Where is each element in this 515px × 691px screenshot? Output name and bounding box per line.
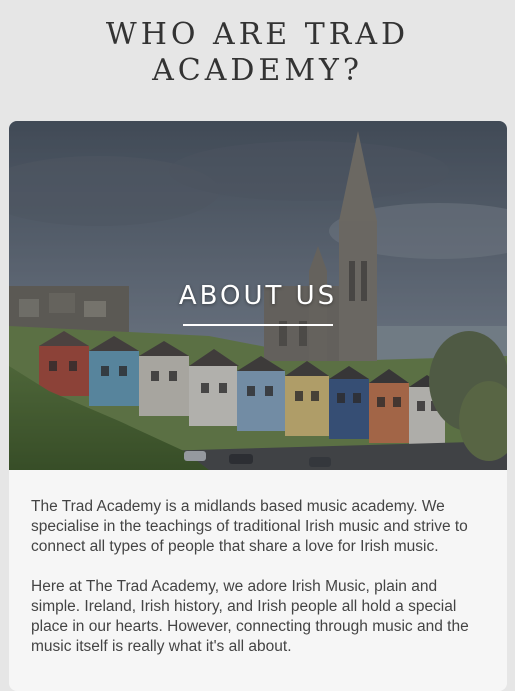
about-content: The Trad Academy is a midlands based mus…: [9, 470, 507, 657]
about-card: ABOUT US The Trad Academy is a midlands …: [9, 121, 507, 691]
page-title-line-2: ACADEMY?: [152, 53, 363, 88]
hero-image: ABOUT US: [9, 121, 507, 470]
heading-underline: [183, 324, 333, 326]
about-us-heading: ABOUT US: [178, 281, 338, 311]
about-paragraph-1: The Trad Academy is a midlands based mus…: [31, 498, 468, 555]
page-title-line-1: WHO ARE TRAD: [105, 17, 410, 52]
page-title: WHO ARE TRAD ACADEMY?: [0, 0, 515, 89]
about-paragraph-2: Here at The Trad Academy, we adore Irish…: [31, 578, 469, 655]
